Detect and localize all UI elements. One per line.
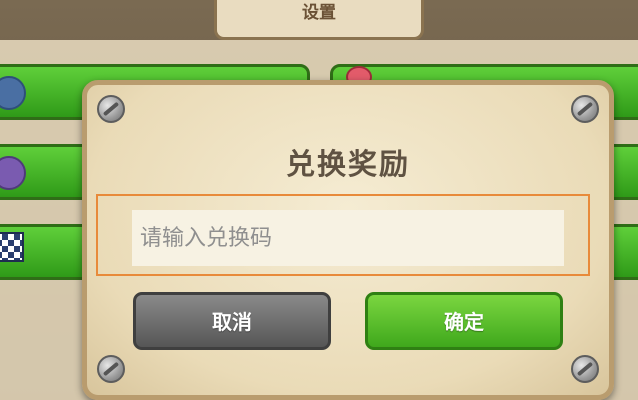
checkerboard-icon: [0, 232, 24, 262]
redeem-dialog: 兑换奖励 取消 确定: [82, 80, 614, 400]
screw-icon: [571, 95, 599, 123]
dialog-title: 兑换奖励: [285, 147, 410, 181]
screw-icon: [97, 355, 125, 383]
confirm-button[interactable]: 确定: [365, 292, 563, 350]
settings-title: 设置: [302, 3, 336, 23]
redeem-code-input[interactable]: [132, 210, 564, 266]
cancel-button[interactable]: 取消: [133, 292, 331, 350]
screw-icon: [97, 95, 125, 123]
screw-icon: [571, 355, 599, 383]
